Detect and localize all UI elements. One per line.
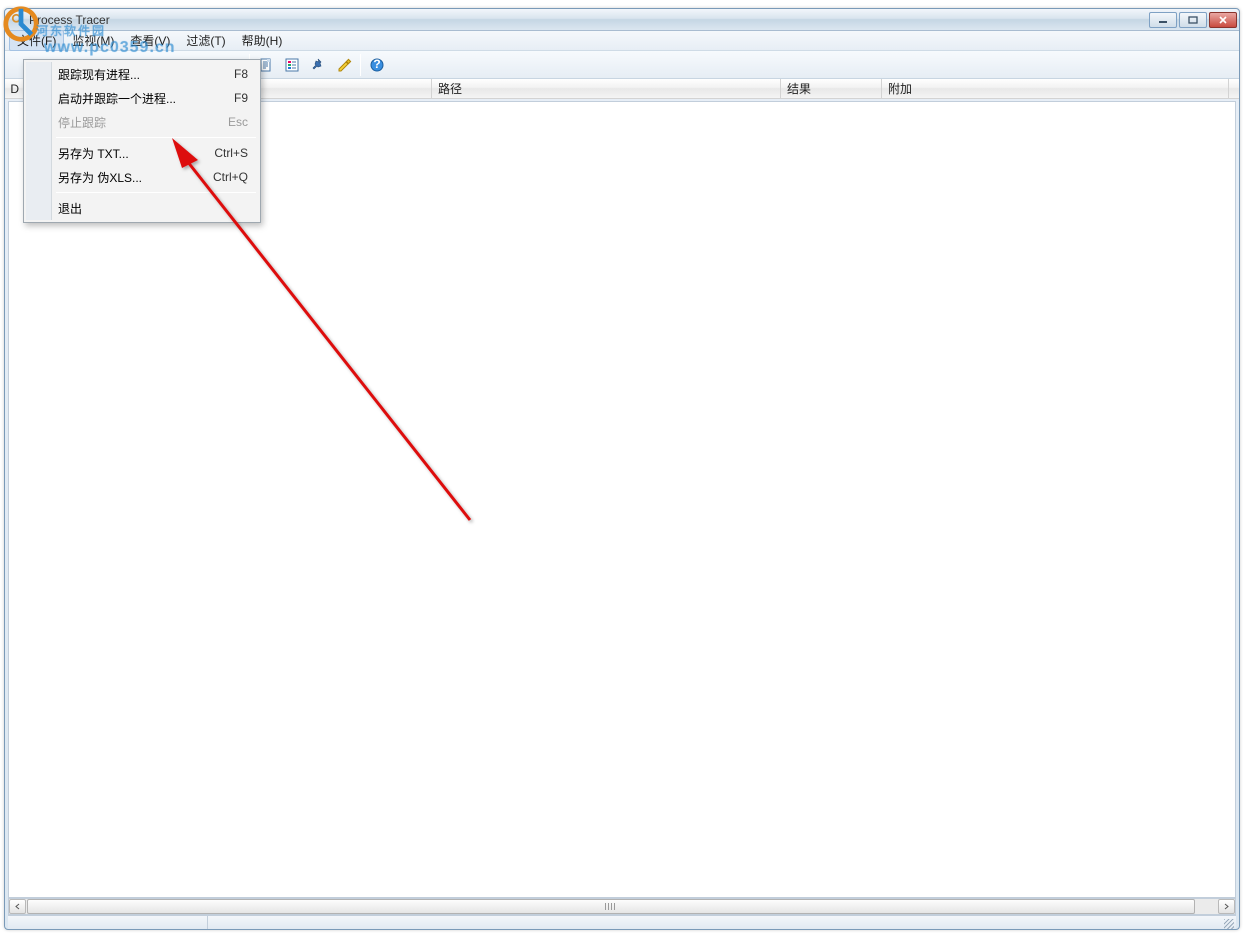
menu-help[interactable]: 帮助(H) bbox=[234, 30, 291, 51]
menu-item-label: 跟踪现有进程... bbox=[58, 66, 140, 83]
column-extra[interactable]: 附加 bbox=[882, 79, 1229, 98]
status-cell bbox=[8, 916, 208, 929]
dropdown-separator bbox=[56, 192, 256, 193]
file-menu-dropdown: 跟踪现有进程... F8 启动并跟踪一个进程... F9 停止跟踪 Esc 另存… bbox=[23, 59, 261, 223]
close-button[interactable] bbox=[1209, 12, 1237, 28]
window-controls bbox=[1149, 12, 1237, 28]
toolbar-separator bbox=[360, 54, 361, 76]
menu-item-start-trace[interactable]: 启动并跟踪一个进程... F9 bbox=[26, 86, 258, 110]
menu-item-label: 退出 bbox=[58, 200, 82, 217]
window-title: Process Tracer bbox=[29, 13, 110, 27]
column-path[interactable]: 路径 bbox=[432, 79, 781, 98]
svg-text:?: ? bbox=[373, 57, 380, 71]
horizontal-scrollbar[interactable] bbox=[8, 898, 1236, 915]
application-window: Process Tracer 文件(F) 监视(M) 查看(V) 过滤(T) 帮… bbox=[4, 8, 1240, 930]
menu-item-trace-existing[interactable]: 跟踪现有进程... F8 bbox=[26, 62, 258, 86]
scroll-track[interactable] bbox=[26, 899, 1218, 914]
status-bar bbox=[8, 915, 1236, 929]
menu-item-stop-trace: 停止跟踪 Esc bbox=[26, 110, 258, 134]
scroll-right-icon[interactable] bbox=[1218, 899, 1235, 914]
menu-monitor[interactable]: 监视(M) bbox=[64, 30, 122, 51]
title-bar: Process Tracer bbox=[5, 9, 1239, 31]
menu-item-label: 停止跟踪 bbox=[58, 114, 106, 131]
minimize-button[interactable] bbox=[1149, 12, 1177, 28]
toolbar-highlight-icon[interactable] bbox=[332, 53, 356, 77]
menu-bar: 文件(F) 监视(M) 查看(V) 过滤(T) 帮助(H) bbox=[5, 31, 1239, 51]
menu-item-save-xls[interactable]: 另存为 伪XLS... Ctrl+Q bbox=[26, 165, 258, 189]
menu-filter[interactable]: 过滤(T) bbox=[178, 30, 233, 51]
toolbar-properties-icon[interactable] bbox=[280, 53, 304, 77]
menu-file[interactable]: 文件(F) bbox=[9, 30, 64, 51]
scroll-thumb[interactable] bbox=[27, 899, 1195, 914]
toolbar-help-icon[interactable]: ? bbox=[365, 53, 389, 77]
scroll-left-icon[interactable] bbox=[9, 899, 26, 914]
menu-item-label: 另存为 TXT... bbox=[58, 145, 129, 162]
menu-item-shortcut: F9 bbox=[234, 91, 248, 105]
menu-item-label: 另存为 伪XLS... bbox=[58, 169, 142, 186]
toolbar-pin-icon[interactable] bbox=[306, 53, 330, 77]
app-icon bbox=[11, 13, 25, 27]
column-result[interactable]: 结果 bbox=[781, 79, 882, 98]
menu-item-shortcut: Esc bbox=[228, 115, 248, 129]
dropdown-separator bbox=[56, 137, 256, 138]
resize-grip-icon[interactable] bbox=[1220, 916, 1236, 930]
menu-item-exit[interactable]: 退出 bbox=[26, 196, 258, 220]
menu-view[interactable]: 查看(V) bbox=[122, 30, 178, 51]
menu-item-save-txt[interactable]: 另存为 TXT... Ctrl+S bbox=[26, 141, 258, 165]
menu-item-label: 启动并跟踪一个进程... bbox=[58, 90, 176, 107]
maximize-button[interactable] bbox=[1179, 12, 1207, 28]
menu-item-shortcut: Ctrl+S bbox=[214, 146, 248, 160]
menu-item-shortcut: Ctrl+Q bbox=[213, 170, 248, 184]
menu-item-shortcut: F8 bbox=[234, 67, 248, 81]
